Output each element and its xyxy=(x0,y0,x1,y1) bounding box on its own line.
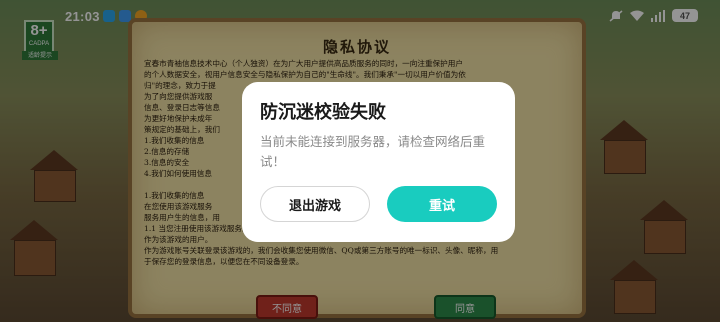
dialog-message: 当前未能连接到服务器，请检查网络后重试！ xyxy=(260,134,486,169)
exit-game-button[interactable]: 退出游戏 xyxy=(260,186,370,222)
retry-button[interactable]: 重试 xyxy=(387,186,497,222)
dialog-title: 防沉迷校验失败 xyxy=(260,102,386,123)
anti-addiction-dialog: 防沉迷校验失败 当前未能连接到服务器，请检查网络后重试！ 退出游戏 重试 xyxy=(242,82,515,242)
dialog-buttons: 退出游戏 重试 xyxy=(260,186,497,222)
